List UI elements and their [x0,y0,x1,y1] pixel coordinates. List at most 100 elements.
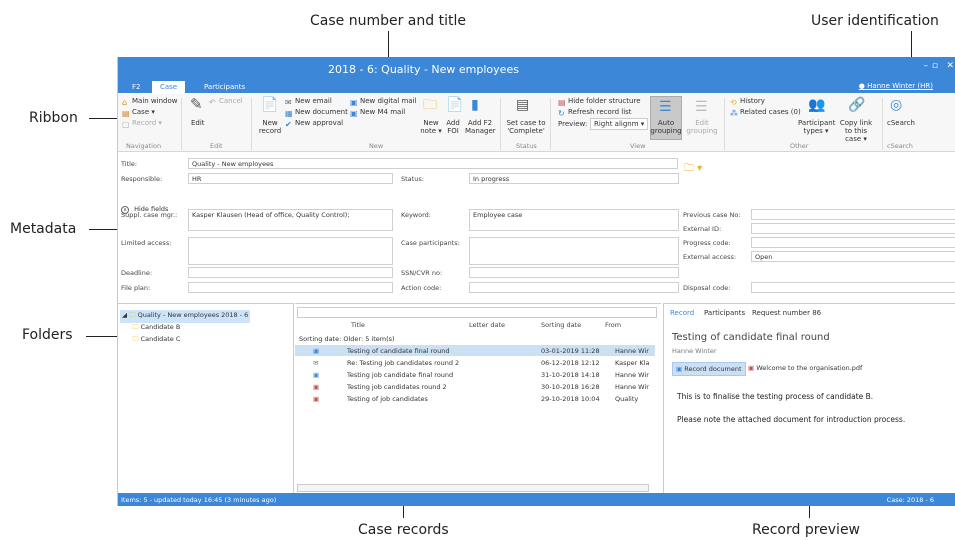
maximize-button[interactable]: ▫ [932,61,938,71]
preview-tab-request[interactable]: Request number 86 [752,309,821,317]
tab-f2[interactable]: F2 [124,81,148,94]
copy-link-button[interactable]: Copy link to this case ▾ [836,119,876,143]
new-document-button[interactable]: New document [295,108,348,116]
status-bar-right: Case: 2018 - 6 [886,496,934,504]
preview-body-line-2: Please note the attached document for in… [677,415,906,424]
new-email-button[interactable]: New email [295,97,332,105]
keyword-label: Keyword: [401,211,431,219]
pdf-icon: ▣ [313,383,320,391]
table-row[interactable]: ✉ Re: Testing job candidates round 2 06-… [295,357,655,368]
record-date: 31-10-2018 14:18 [541,371,600,379]
participant-types-button[interactable]: Participant types ▾ [798,119,835,135]
group-separator [724,98,725,150]
new-approval-button[interactable]: New approval [295,119,343,127]
preview-tab-record[interactable]: Record [670,309,694,317]
title-field[interactable]: Quality - New employees [188,158,678,169]
action-code-label: Action code: [401,284,442,292]
previous-case-field[interactable] [751,209,955,220]
new-digital-mail-button[interactable]: New digital mail [360,97,416,105]
status-field[interactable]: In progress [469,173,679,184]
table-row[interactable]: ▣ Testing job candidates round 2 30-10-2… [295,381,655,392]
undo-icon: ↶ [209,98,216,107]
new-m4-mail-button[interactable]: New M4 mail [360,108,405,116]
group-title-new: New [369,142,384,150]
group-separator [882,98,883,150]
tab-participants[interactable]: Participants [196,81,253,94]
group-header[interactable]: Sorting date: Older: 5 item(s) [295,333,655,344]
folder-label: Candidate B [140,323,181,331]
case-dropdown-button[interactable]: Case ▾ [132,108,155,116]
record-title: Testing of candidate final round [347,347,450,355]
preview-select[interactable]: Right alignm ▾ [590,118,649,130]
keyword-field[interactable]: Employee case [469,209,679,231]
attachment-tab[interactable]: ▣ Welcome to the organisation.pdf [748,364,862,372]
user-identification[interactable]: ● Hanne Winter (HR) [859,82,933,90]
history-button[interactable]: History [740,97,765,105]
callout-record-preview: Record preview [752,522,861,538]
column-from[interactable]: From [605,321,621,329]
tab-case[interactable]: Case [152,81,186,94]
column-letter-date[interactable]: Letter date [469,321,505,329]
disposal-code-field[interactable] [751,282,955,293]
folder-icon[interactable]: 🗀 ▾ [684,162,702,176]
minimize-button[interactable]: – [924,61,929,71]
responsible-field[interactable]: HR [188,173,393,184]
table-row[interactable]: ▣ Testing of candidate final round 03-01… [295,345,655,356]
hide-folder-structure-button[interactable]: Hide folder structure [568,97,641,105]
related-cases-icon: ⁂ [730,109,738,118]
limited-access-field[interactable] [188,237,393,265]
external-access-label: External access: [683,253,737,261]
add-f2-manager-button[interactable]: Add F2 Manager [465,119,496,135]
cancel-button[interactable]: Cancel [219,97,243,105]
title-label: Title: [121,160,138,168]
set-case-complete-button[interactable]: Set case to 'Complete' [506,119,546,135]
add-foi-button[interactable]: Add FOI [444,119,462,135]
folder-candidate-b[interactable]: 🗀 Candidate B [132,323,180,334]
document-icon: ▣ [313,371,320,379]
f2-application-window: 2018 - 6: Quality - New employees – ▫ ✕ … [117,57,955,506]
refresh-icon: ↻ [558,109,565,118]
folder-candidate-c[interactable]: 🗀 Candidate C [132,335,180,346]
preview-label: Preview: [558,120,588,128]
external-id-label: External ID: [683,225,722,233]
column-sorting-date[interactable]: Sorting date [541,321,581,329]
f2-manager-icon: ▮ [471,97,479,113]
csearch-button[interactable]: cSearch [887,119,915,127]
table-row[interactable]: ▣ Testing of job candidates 29-10-2018 1… [295,393,655,404]
case-participants-field[interactable] [469,237,679,265]
suppl-case-mgr-field[interactable]: Kasper Klausen (Head of office, Quality … [188,209,393,231]
note-icon: 🗀 [423,97,437,113]
ssn-cvr-label: SSN/CVR no: [401,269,443,277]
record-document-tab[interactable]: ▣ Record document [672,362,746,376]
record-dropdown-button[interactable]: Record ▾ [132,119,162,127]
external-access-field[interactable]: Open [751,251,955,262]
new-note-button[interactable]: New note ▾ [420,119,442,135]
record-from: Kasper Kla [615,359,650,367]
table-row[interactable]: ▣ Testing job candidate final round 31-1… [295,369,655,380]
deadline-field[interactable] [188,267,393,278]
action-code-field[interactable] [469,282,679,293]
horizontal-scrollbar[interactable] [297,484,649,492]
edit-button[interactable]: Edit [191,119,205,127]
record-title: Re: Testing job candidates round 2 [347,359,460,367]
folder-icon: 🗀 [132,335,141,343]
main-window-button[interactable]: Main window [132,97,178,105]
column-title[interactable]: Title [351,321,365,329]
refresh-record-list-button[interactable]: Refresh record list [568,108,632,116]
folder-root[interactable]: ◢ 🗀 Quality - New employees 2018 - 6 [120,310,251,323]
file-plan-field[interactable] [188,282,393,293]
ssn-cvr-field[interactable] [469,267,679,278]
status-label: Status: [401,175,424,183]
auto-grouping-label: Auto grouping [650,119,682,135]
folder-root-label: Quality - New employees 2018 - 6 [137,311,249,319]
progress-code-field[interactable] [751,237,955,248]
records-search-input[interactable] [297,307,657,318]
record-title: Testing job candidate final round [347,371,454,379]
group-separator [550,98,551,150]
close-button[interactable]: ✕ [946,61,954,71]
external-id-field[interactable] [751,223,955,234]
edit-grouping-button[interactable]: Edit grouping [686,119,718,135]
new-record-button[interactable]: New record [255,119,285,135]
related-cases-button[interactable]: Related cases (0) [740,108,801,116]
preview-tab-participants[interactable]: Participants [704,309,745,317]
